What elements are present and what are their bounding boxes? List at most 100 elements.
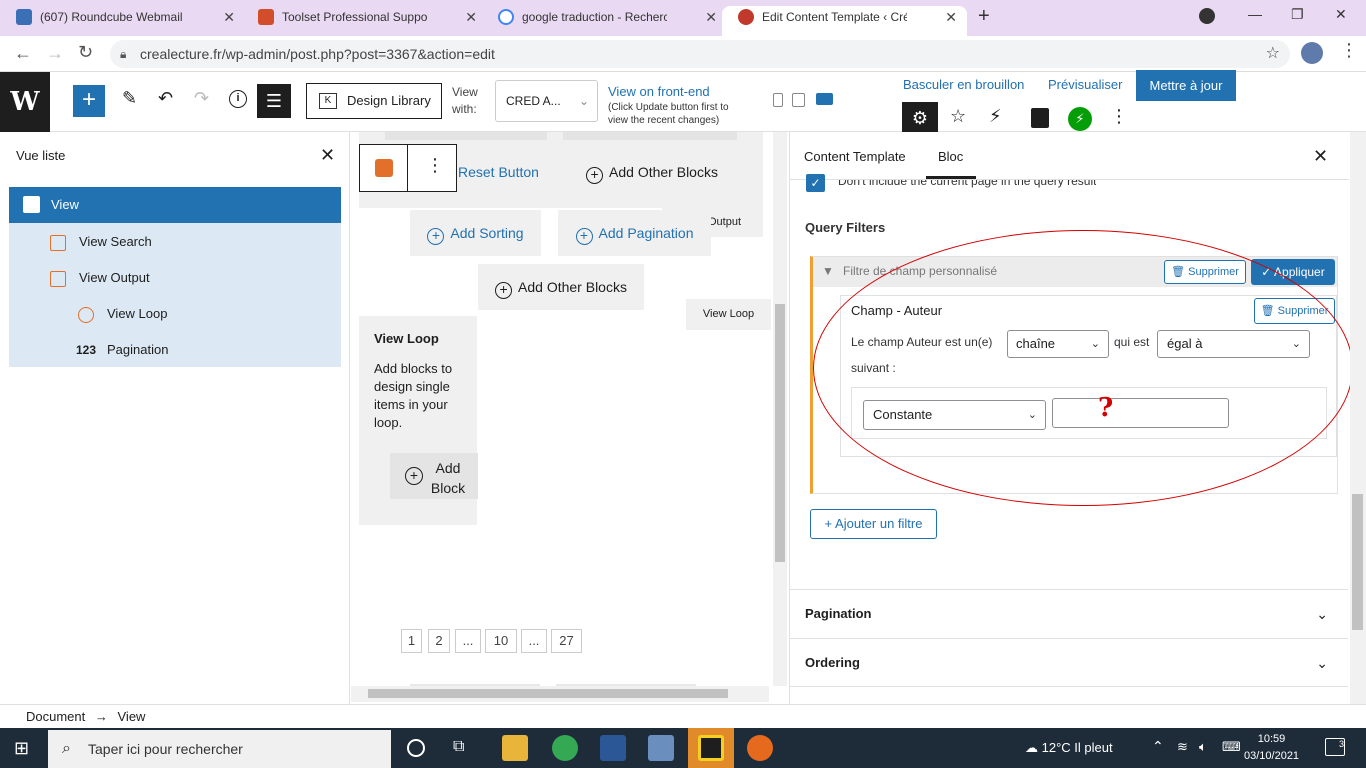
page-number[interactable]: 2 — [428, 629, 450, 653]
breadcrumb-document[interactable]: Document — [26, 709, 85, 724]
details-info-icon[interactable]: i — [229, 90, 247, 108]
bookmark-star-icon[interactable]: ☆ — [1266, 40, 1280, 68]
canvas-vertical-scrollbar[interactable] — [773, 132, 787, 686]
annotation-red-ellipse — [813, 230, 1353, 506]
browser-tab[interactable]: google traduction - Recherche Go ✕ — [482, 6, 727, 36]
wordpress-logo-icon[interactable]: W — [0, 72, 50, 132]
add-block-button[interactable]: + Add Block — [390, 453, 478, 499]
switch-to-draft-button[interactable]: Basculer en brouillon — [903, 77, 1024, 92]
windows-start-icon[interactable]: ⊞ — [14, 738, 29, 759]
tab-content-template[interactable]: Content Template — [804, 149, 906, 164]
options-menu-icon[interactable]: ⋮ — [1110, 106, 1128, 127]
app-icon[interactable] — [648, 735, 674, 761]
forward-arrow-icon[interactable]: → — [46, 43, 64, 64]
add-block-toggle-button[interactable]: + — [73, 85, 105, 117]
toolset-icon[interactable]: ⚡︎ — [989, 106, 1002, 127]
list-item-view[interactable]: View — [9, 187, 341, 223]
tab-bloc[interactable]: Bloc — [938, 149, 963, 164]
block-options-icon[interactable]: ⋮ — [426, 155, 444, 176]
keyboard-icon[interactable]: ⌨ — [1222, 739, 1241, 755]
file-explorer-icon[interactable] — [502, 735, 528, 761]
list-item-view-output[interactable]: View Output — [50, 260, 340, 296]
weather-widget[interactable]: ☁ 12°C Il pleut — [1025, 740, 1113, 756]
plugin-block-icon[interactable] — [1031, 108, 1049, 128]
page-number[interactable]: 1 — [401, 629, 422, 653]
breadcrumb-view[interactable]: View — [118, 709, 146, 724]
firefox-icon[interactable] — [747, 735, 773, 761]
wifi-icon[interactable]: ≋ — [1177, 739, 1188, 755]
url-bar[interactable]: 🔒︎ crealecture.fr/wp-admin/post.php?post… — [110, 40, 1290, 68]
system-clock[interactable]: 10:59 03/10/2021 — [1244, 731, 1299, 765]
browser-tab-active[interactable]: Edit Content Template ‹ Créalectu ✕ — [722, 6, 967, 36]
tab-search-icon[interactable] — [1199, 8, 1215, 24]
profile-avatar[interactable] — [1301, 42, 1323, 64]
desktop-preview-icon[interactable] — [816, 93, 833, 105]
update-button[interactable]: Mettre à jour — [1136, 70, 1236, 101]
exclude-current-page-checkbox[interactable]: ✓ — [806, 174, 825, 192]
mobile-preview-icon[interactable] — [773, 93, 783, 107]
list-item-view-loop[interactable]: View Loop — [78, 296, 340, 332]
view-block-icon — [23, 196, 40, 213]
front-end-note: (Click Update button first to view the r… — [608, 102, 729, 126]
preview-button[interactable]: Prévisualiser — [1048, 77, 1122, 92]
chrome-icon[interactable] — [552, 735, 578, 761]
sidebar-scrollbar[interactable] — [1350, 132, 1366, 704]
taskbar-search-box[interactable]: ⌕ Taper ici pour rechercher — [48, 730, 391, 768]
tray-chevron-up-icon[interactable]: ⌃ — [1152, 738, 1164, 755]
close-tab-icon[interactable]: ✕ — [223, 6, 235, 28]
ordering-panel-toggle[interactable]: Ordering ⌄ — [790, 638, 1348, 687]
page-number[interactable]: 27 — [551, 629, 582, 653]
list-item-pagination[interactable]: 123 Pagination — [76, 332, 340, 368]
page-number[interactable]: 10 — [485, 629, 517, 653]
add-other-blocks-button[interactable]: + Add Other Blocks — [478, 264, 644, 310]
maximize-icon[interactable]: ❐ — [1291, 6, 1304, 23]
url-text: crealecture.fr/wp-admin/post.php?post=33… — [140, 46, 495, 62]
redo-icon[interactable]: ↷ — [194, 88, 209, 109]
list-view-toggle-button[interactable]: ☰ — [257, 84, 291, 118]
close-sidebar-icon[interactable]: ✕ — [1313, 146, 1328, 167]
view-with-select[interactable]: CRED A... ⌄ — [495, 80, 598, 122]
close-list-view-icon[interactable]: ✕ — [320, 145, 335, 166]
browser-tab[interactable]: Toolset Professional Support - To ✕ — [242, 6, 487, 36]
block-breadcrumb: Document → View — [0, 704, 1366, 728]
task-view-icon[interactable]: ⧉ — [453, 738, 464, 756]
block-type-button[interactable] — [360, 145, 408, 191]
close-tab-icon[interactable]: ✕ — [705, 6, 717, 28]
crealecture-favicon-icon — [738, 9, 754, 25]
pagination-panel-toggle[interactable]: Pagination ⌄ — [790, 589, 1348, 638]
close-tab-icon[interactable]: ✕ — [465, 6, 477, 28]
cortana-icon[interactable] — [407, 739, 425, 757]
add-filter-button[interactable]: + Ajouter un filtre — [810, 509, 937, 539]
word-icon[interactable] — [600, 735, 626, 761]
scrollbar-thumb[interactable] — [775, 304, 785, 562]
back-arrow-icon[interactable]: ← — [14, 43, 32, 64]
jetpack-icon[interactable]: ⚡︎ — [1068, 107, 1092, 131]
minimize-icon[interactable]: — — [1248, 6, 1262, 22]
scrollbar-thumb[interactable] — [368, 689, 728, 698]
close-window-icon[interactable]: ✕ — [1335, 6, 1347, 23]
starred-icon[interactable]: ☆ — [950, 106, 966, 127]
add-other-blocks-button[interactable]: + Add Other Blocks — [569, 149, 735, 194]
volume-icon[interactable]: 🔈︎ — [1199, 739, 1207, 755]
add-sorting-button[interactable]: + Add Sorting — [410, 210, 541, 256]
design-library-button[interactable]: K Design Library — [306, 83, 442, 119]
browser-tab[interactable]: (607) Roundcube Webmail 1.4.10 ✕ — [0, 6, 245, 36]
browser-menu-icon[interactable]: ⋮ — [1340, 40, 1358, 61]
tablet-preview-icon[interactable] — [792, 93, 805, 107]
reload-icon[interactable]: ↻ — [78, 42, 93, 63]
reset-button-block[interactable]: Reset Button — [458, 150, 539, 194]
edit-tools-pencil-icon[interactable]: ✎ — [122, 88, 137, 109]
close-tab-icon[interactable]: ✕ — [945, 6, 957, 28]
active-tab-indicator — [926, 176, 976, 179]
new-tab-button[interactable]: + — [978, 5, 990, 28]
scrollbar-thumb[interactable] — [1352, 494, 1363, 630]
undo-icon[interactable]: ↶ — [158, 88, 173, 109]
plus-circle-icon: + — [427, 228, 445, 245]
notifications-icon[interactable]: 3 — [1325, 738, 1345, 756]
canvas-horizontal-scrollbar[interactable] — [351, 686, 769, 702]
add-pagination-button[interactable]: + Add Pagination — [558, 210, 711, 256]
list-item-view-search[interactable]: View Search — [50, 224, 340, 260]
settings-gear-icon[interactable]: ⚙ — [902, 102, 938, 134]
sticky-notes-icon[interactable] — [698, 735, 724, 761]
view-front-end-link[interactable]: View on front-end — [608, 84, 710, 99]
